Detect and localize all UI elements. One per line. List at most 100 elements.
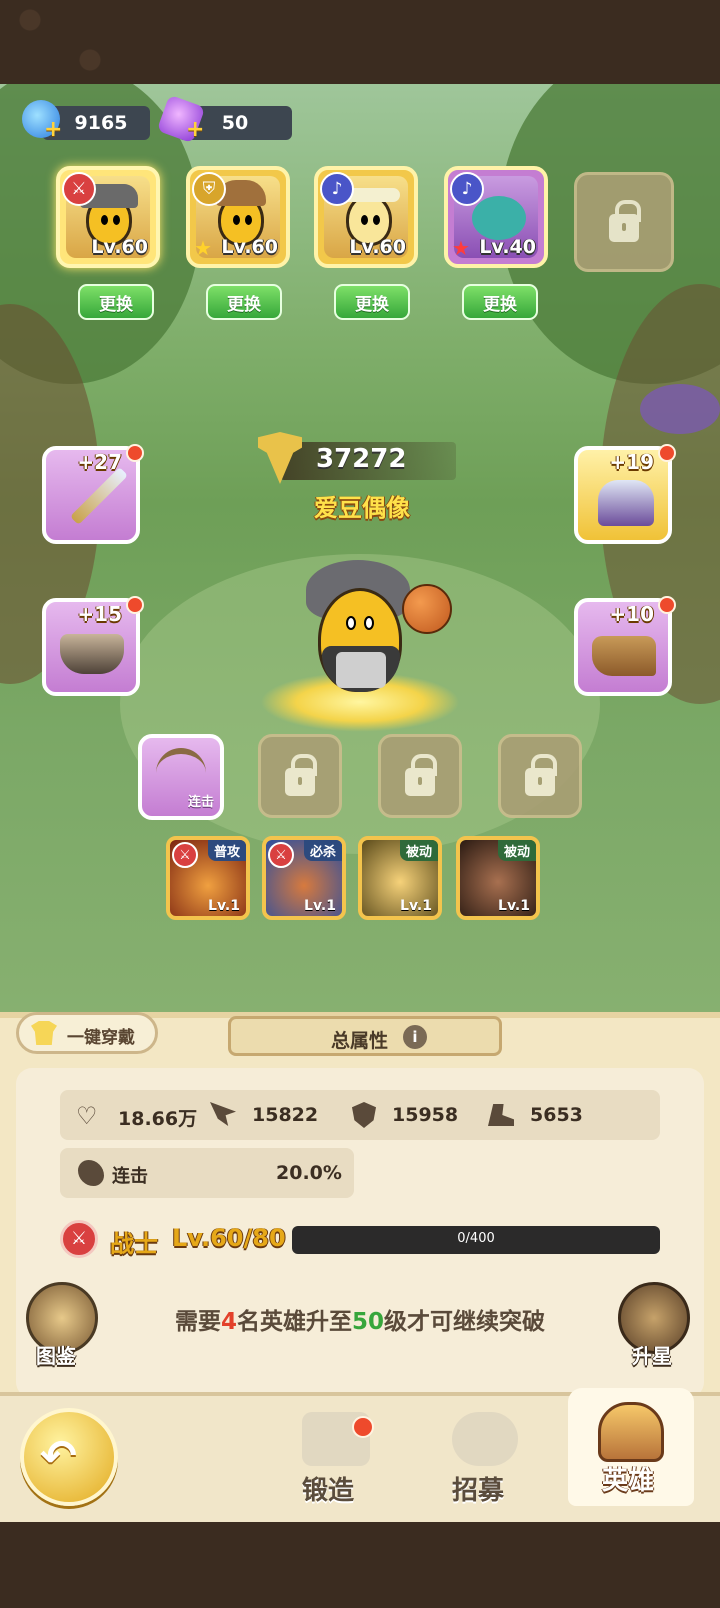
notification-dot — [126, 596, 144, 614]
back-button[interactable]: ↶ — [20, 1408, 118, 1506]
nav-tab-recruit[interactable]: 招募 — [438, 1404, 538, 1510]
progress-text: 0/400 — [457, 1231, 495, 1246]
hero-level: Lv.60 — [221, 236, 278, 258]
nav-tab-forge[interactable]: 锻造 — [290, 1404, 390, 1510]
skill-level: Lv.1 — [208, 898, 240, 914]
lock-icon — [609, 200, 641, 242]
team-slot-2[interactable]: ⛨ ★ Lv.60 — [186, 166, 290, 268]
class-level: Lv.60/80 — [172, 1224, 286, 1252]
shield-icon: ⛨ — [192, 172, 226, 206]
stats-row: ♡ 18.66万 15822 15958 5653 — [60, 1090, 660, 1140]
helmet-tab-icon — [598, 1402, 664, 1462]
team-slot-1[interactable]: ⚔ Lv.60 — [56, 166, 160, 268]
skill-slot-locked-1[interactable] — [258, 734, 342, 818]
back-arrow-icon: ↶ — [40, 1431, 77, 1482]
star-up-button[interactable]: 升星 — [614, 1278, 696, 1368]
skill-type-tag: 被动 — [497, 840, 536, 861]
nav-tab-heroes[interactable]: 英雄 — [568, 1388, 694, 1506]
recruit-label: 招募 — [452, 1476, 505, 1506]
combo-skill-slot[interactable]: 连击 — [138, 734, 224, 820]
req-pre: 需要 — [174, 1309, 221, 1335]
hp-value: 18.66万 — [118, 1108, 198, 1130]
boots-item-icon — [592, 636, 656, 676]
lock-icon — [405, 754, 437, 796]
swap-button-3[interactable]: 更换 — [334, 284, 410, 320]
req-post: 级才可继续突破 — [384, 1309, 546, 1335]
notification-dot — [352, 1416, 374, 1438]
team-slot-4[interactable]: ♪ ★ Lv.40 — [444, 166, 548, 268]
class-progress-bar: 0/400 — [292, 1226, 660, 1254]
codex-label: 图鉴 — [36, 1344, 76, 1368]
skill-type-tag: 普攻 — [207, 840, 246, 861]
hero-level: Lv.60 — [349, 236, 406, 258]
add-energy-icon[interactable]: + — [44, 119, 62, 141]
hero-name: 爱豆偶像 — [314, 494, 410, 522]
defense-icon — [352, 1102, 376, 1128]
forge-label: 锻造 — [302, 1476, 355, 1506]
info-icon[interactable]: i — [403, 1025, 427, 1049]
boots-enhance-level: +10 — [609, 602, 654, 626]
heart-icon: ♡ — [76, 1102, 98, 1130]
sword-icon: ⚔ — [62, 172, 96, 206]
team-slot-3[interactable]: ♪ Lv.60 — [314, 166, 418, 268]
total-attributes-header[interactable]: 总属性 i — [228, 1016, 502, 1056]
swap-button-4[interactable]: 更换 — [462, 284, 538, 320]
heroes-label: 英雄 — [602, 1466, 655, 1496]
req-count: 4 — [220, 1309, 237, 1335]
sword-icon: ⚔ — [172, 842, 198, 868]
star-icon: ★ — [194, 236, 212, 260]
power-value: 37272 — [316, 444, 407, 474]
skill-passive-2[interactable]: 被动 Lv.1 — [456, 836, 540, 920]
skill-ultimate[interactable]: ⚔ 必杀 Lv.1 — [262, 836, 346, 920]
defense-value: 15958 — [392, 1104, 459, 1126]
skill-normal-attack[interactable]: ⚔ 普攻 Lv.1 — [166, 836, 250, 920]
add-gem-icon[interactable]: + — [186, 119, 204, 141]
skill-passive-1[interactable]: 被动 Lv.1 — [358, 836, 442, 920]
bottom-border — [0, 1522, 720, 1608]
belt-enhance-level: +15 — [77, 602, 122, 626]
codex-button[interactable]: 图鉴 — [22, 1278, 104, 1368]
speed-icon — [488, 1104, 514, 1126]
hero-level: Lv.40 — [479, 236, 536, 258]
class-icon: ⚔ — [60, 1220, 98, 1258]
equip-all-label: 一键穿戴 — [67, 1028, 135, 1048]
hero-portrait — [472, 196, 526, 240]
breakthrough-requirement: 需要4名英雄升至50级才可继续突破 — [150, 1302, 570, 1336]
star-icon: ★ — [452, 236, 470, 260]
gem-value: 50 — [221, 112, 249, 134]
equip-belt[interactable]: +15 — [42, 596, 144, 696]
hero-figure[interactable] — [300, 560, 414, 700]
equip-weapon[interactable]: +27 — [42, 444, 144, 544]
energy-value: 9165 — [74, 112, 128, 134]
skill-type-tag: 被动 — [399, 840, 438, 861]
total-attributes-label: 总属性 — [331, 1030, 389, 1052]
combo-skill-label: 连击 — [187, 795, 214, 810]
notification-dot — [126, 444, 144, 462]
armor-enhance-level: +19 — [609, 450, 654, 474]
equip-all-button[interactable]: 一键穿戴 — [16, 1012, 158, 1054]
notification-dot — [658, 444, 676, 462]
skill-level: Lv.1 — [304, 898, 336, 914]
staff-icon: ♪ — [450, 172, 484, 206]
combo-stat-row: 连击 20.0% — [60, 1148, 354, 1198]
combo-icon — [78, 1160, 104, 1186]
team-slot-locked[interactable] — [574, 172, 674, 272]
equip-armor[interactable]: +19 — [574, 444, 676, 544]
hero-level: Lv.60 — [91, 236, 148, 258]
swap-button-2[interactable]: 更换 — [206, 284, 282, 320]
skill-slot-locked-3[interactable] — [498, 734, 582, 818]
combo-value: 20.0% — [276, 1162, 342, 1184]
shirt-icon — [31, 1021, 57, 1045]
notification-dot — [658, 596, 676, 614]
armor-item-icon — [598, 480, 654, 526]
skill-slot-locked-2[interactable] — [378, 734, 462, 818]
equip-boots[interactable]: +10 — [574, 596, 676, 696]
belt-item-icon — [60, 634, 124, 674]
attack-value: 15822 — [252, 1104, 319, 1126]
swap-button-1[interactable]: 更换 — [78, 284, 154, 320]
basketball-icon — [402, 584, 452, 634]
crossbow-icon — [156, 748, 206, 788]
weapon-enhance-level: +27 — [77, 450, 122, 474]
combo-label: 连击 — [112, 1166, 148, 1187]
class-name: 战士 — [110, 1230, 158, 1258]
